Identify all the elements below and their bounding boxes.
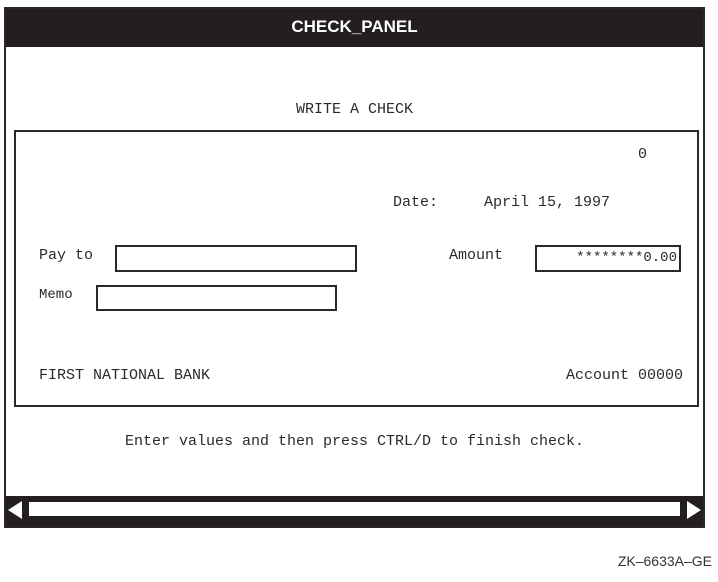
- account-number: Account 00000: [565, 367, 683, 384]
- date-label: Date:: [393, 194, 439, 211]
- date-value: April 15, 1997: [484, 194, 611, 211]
- scrollbar-track[interactable]: [29, 502, 680, 516]
- window-title: CHECK_PANEL: [291, 17, 418, 36]
- check-panel-window: CHECK_PANEL WRITE A CHECK 0 Date: April …: [4, 7, 705, 528]
- arrow-right-icon[interactable]: [687, 501, 701, 519]
- pay-to-input[interactable]: [115, 245, 357, 272]
- memo-input[interactable]: [96, 285, 337, 311]
- arrow-left-icon[interactable]: [8, 501, 22, 519]
- amount-label: Amount: [449, 247, 504, 264]
- horizontal-scrollbar[interactable]: [6, 496, 703, 526]
- memo-label: Memo: [39, 287, 73, 303]
- pay-to-label: Pay to: [39, 247, 94, 264]
- amount-value: ********0.00: [576, 250, 677, 266]
- check-number: 0: [637, 146, 647, 163]
- bank-name: FIRST NATIONAL BANK: [39, 367, 211, 384]
- figure-id-label: ZK–6633A–GE: [617, 553, 712, 569]
- check-form: 0 Date: April 15, 1997 Pay to Amount ***…: [14, 130, 699, 407]
- panel-heading: WRITE A CHECK: [295, 101, 414, 118]
- instruction-text: Enter values and then press CTRL/D to fi…: [124, 433, 585, 450]
- window-title-bar: CHECK_PANEL: [6, 9, 703, 47]
- amount-input[interactable]: ********0.00: [535, 245, 681, 272]
